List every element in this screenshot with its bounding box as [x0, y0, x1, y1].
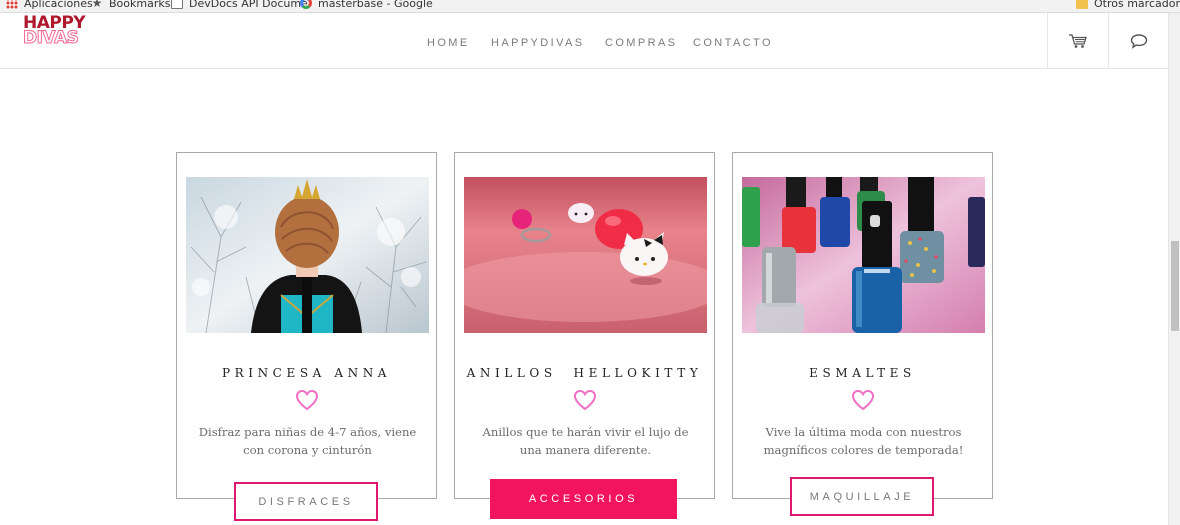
bookmark-label: Otros marcadores — [1094, 0, 1180, 10]
bookmark-other[interactable]: Otros marcadores — [1076, 0, 1180, 11]
bookmark-label: masterbase - Google — [318, 0, 433, 10]
card-description: Vive la última moda con nuestros magnífi… — [763, 425, 964, 457]
bookmark-bookmarks[interactable]: ★ Bookmarks — [91, 0, 171, 11]
maquillaje-button[interactable]: MAQUILLAJE — [790, 477, 934, 516]
heart-icon — [573, 389, 596, 411]
heart-icon — [851, 389, 874, 411]
cart-icon — [1069, 33, 1087, 48]
folder-icon — [1076, 0, 1088, 9]
product-card-princesa-anna: PRINCESA ANNA Disfraz para niñas de 4-7 … — [176, 152, 437, 499]
product-card-anillos-hellokitty: ANILLOS HELLOKITTY Anillos que te harán … — [454, 152, 715, 499]
document-icon — [171, 0, 183, 9]
bookmark-aplicaciones[interactable]: Aplicaciones — [6, 0, 93, 11]
bookmark-label: Bookmarks — [109, 0, 171, 10]
logo[interactable]: HAPPY DIVAS — [23, 15, 87, 52]
site-header: HAPPY DIVAS HOME HAPPYDIVAS COMPRAS CONT… — [0, 13, 1168, 69]
girl-with-crown-photo[interactable] — [186, 177, 429, 333]
accesorios-button[interactable]: ACCESORIOS — [490, 479, 677, 519]
hello-kitty-rings-photo[interactable] — [464, 177, 707, 333]
card-title: ANILLOS HELLOKITTY — [466, 366, 703, 380]
nav-home[interactable]: HOME — [427, 37, 470, 49]
nav-compras[interactable]: COMPRAS — [605, 37, 677, 49]
bookmark-label: Aplicaciones — [24, 0, 93, 10]
card-description: Disfraz para niñas de 4-7 años, viene co… — [198, 425, 417, 457]
bookmarks-bar: Aplicaciones ★ Bookmarks DevDocs API Doc… — [0, 0, 1180, 13]
nav-contacto[interactable]: CONTACTO — [693, 37, 773, 49]
bookmark-label: DevDocs API Docume — [189, 0, 308, 10]
card-title: PRINCESA ANNA — [221, 366, 392, 380]
bookmark-masterbase[interactable]: masterbase - Google — [300, 0, 433, 11]
star-icon: ★ — [91, 0, 103, 10]
google-icon — [300, 0, 312, 9]
chat-button[interactable] — [1108, 13, 1169, 68]
scroll-thumb[interactable] — [1171, 241, 1179, 331]
apps-icon — [6, 0, 18, 9]
logo-line-2: DIVAS — [23, 28, 80, 48]
disfraces-button[interactable]: DISFRACES — [234, 482, 378, 521]
card-title: ESMALTES — [809, 366, 916, 380]
scrollbar[interactable] — [1168, 13, 1180, 525]
heart-icon — [295, 389, 318, 411]
card-description: Anillos que te harán vivir el lujo de un… — [482, 425, 689, 457]
nav-happydivas[interactable]: HAPPYDIVAS — [491, 37, 585, 49]
cart-button[interactable] — [1047, 13, 1108, 68]
product-card-esmaltes: ESMALTES Vive la última moda con nuestro… — [732, 152, 993, 499]
chat-icon — [1130, 33, 1148, 49]
nail-polish-photo[interactable] — [742, 177, 985, 333]
bookmark-devdocs[interactable]: DevDocs API Docume — [171, 0, 308, 11]
